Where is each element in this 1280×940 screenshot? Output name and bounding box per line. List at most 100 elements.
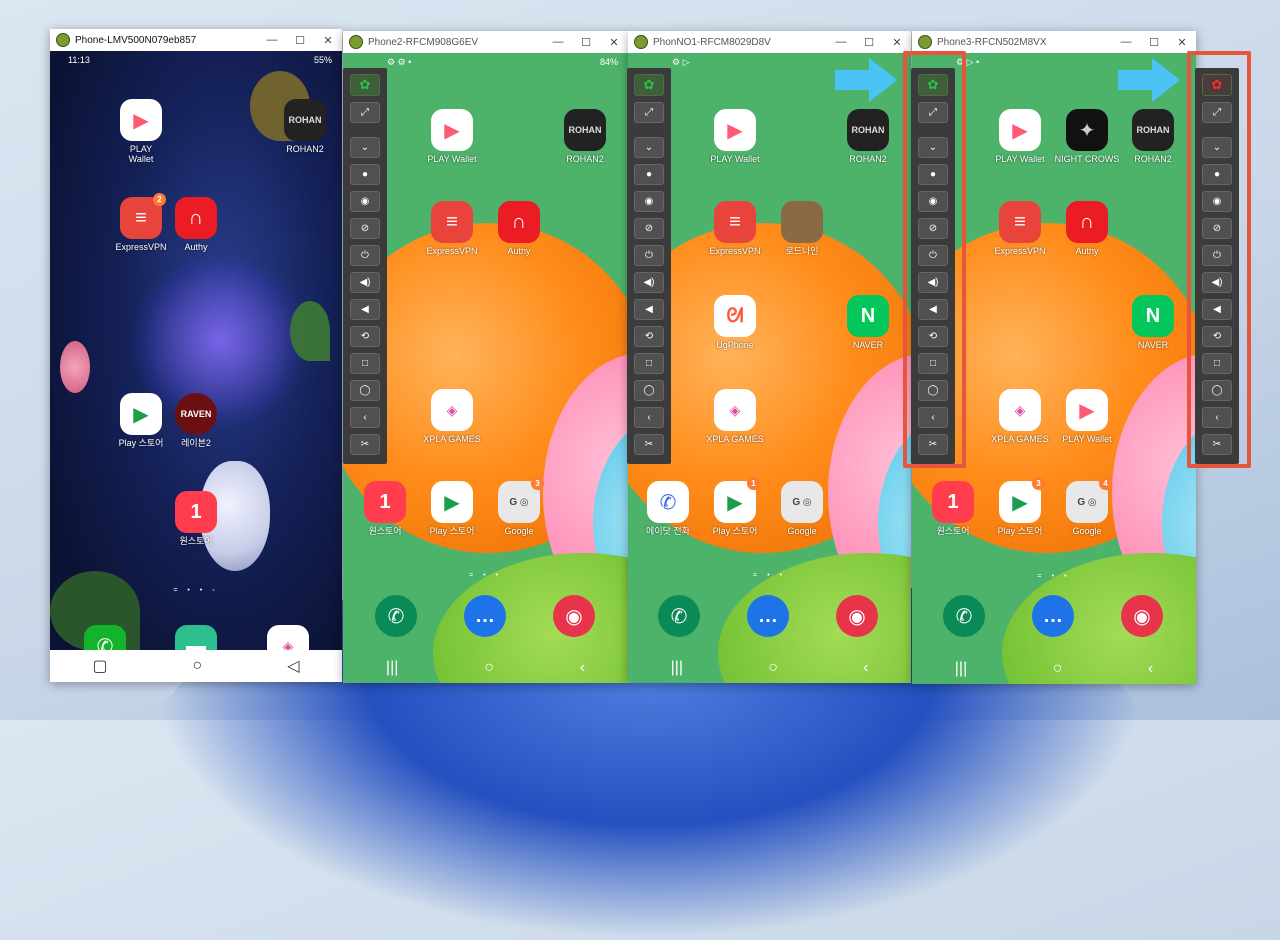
app-play-wallet[interactable]: ▶ PLAY Wallet [106, 99, 176, 165]
dock-camera[interactable]: ◉ [822, 595, 892, 637]
record-icon[interactable]: ● [350, 164, 380, 185]
recents-nav-icon[interactable]: ||| [955, 660, 967, 678]
app-xpla-games[interactable]: ◈ XPLA GAMES [417, 389, 487, 444]
close-button[interactable]: ✕ [600, 36, 628, 49]
back-nav-icon[interactable]: ◁ [287, 656, 299, 676]
home-nav-icon[interactable]: ○ [484, 659, 494, 677]
bug-icon[interactable]: ✿ [634, 74, 664, 96]
recents-icon[interactable]: ◯ [634, 380, 664, 401]
app-play-wallet[interactable]: ▶ PLAY Wallet [985, 109, 1055, 164]
app-play-store[interactable]: ▶ Play 스토어 [417, 481, 487, 536]
dock-messages[interactable]: … [1018, 595, 1088, 637]
app-rohan2[interactable]: ROHAN ROHAN2 [550, 109, 620, 164]
app-night-crows[interactable]: ✦ NIGHT CROWS [1052, 109, 1122, 164]
minimize-button[interactable]: — [1112, 36, 1140, 48]
app-onestore[interactable]: 1 원스토어 [350, 481, 420, 536]
dock-phone[interactable]: ✆ [361, 595, 431, 637]
fullscreen-icon[interactable]: ⤢ [634, 102, 664, 123]
app-lordnine[interactable]: 로드나인 [767, 201, 837, 256]
close-button[interactable]: ✕ [883, 36, 911, 49]
app-expressvpn[interactable]: ≡ ExpressVPN [700, 201, 770, 256]
app-authy[interactable]: ∩ Authy [161, 197, 231, 252]
eye-icon[interactable]: ◉ [634, 191, 664, 212]
app-onestore[interactable]: 1 원스토어 [161, 491, 231, 546]
app-authy[interactable]: ∩ Authy [484, 201, 554, 256]
app-play-wallet[interactable]: ▶ PLAY Wallet [700, 109, 770, 164]
app-xpla-games[interactable]: ◈ XPLA GAMES [700, 389, 770, 444]
app-rohan2[interactable]: ROHAN ROHAN2 [270, 99, 340, 154]
scissors-icon[interactable]: ✂ [634, 434, 664, 455]
home-nav-icon[interactable]: ○ [193, 657, 203, 675]
maximize-button[interactable]: ☐ [855, 36, 883, 49]
eye-off-icon[interactable]: ⊘ [350, 218, 380, 239]
back-nav-icon[interactable]: ‹ [580, 659, 585, 677]
volume-down-icon[interactable]: ◀ [350, 299, 380, 320]
dock-phone[interactable]: ✆ [929, 595, 999, 637]
minimize-button[interactable]: — [827, 36, 855, 48]
maximize-button[interactable]: ☐ [286, 34, 314, 47]
dock-messages[interactable]: … [450, 595, 520, 637]
close-button[interactable]: ✕ [314, 34, 342, 47]
app-google-folder[interactable]: G ◎ Google [767, 481, 837, 536]
app-naver[interactable]: N NAVER [1118, 295, 1188, 350]
back-icon[interactable]: ‹ [634, 407, 664, 428]
window-titlebar[interactable]: PhonNO1-RFCM8029D8V — ☐ ✕ [628, 31, 911, 53]
volume-up-icon[interactable]: ◀) [350, 272, 380, 293]
scissors-icon[interactable]: ✂ [350, 434, 380, 455]
app-expressvpn[interactable]: ≡ ExpressVPN [417, 201, 487, 256]
phone-screen[interactable]: 11:13 55% ▶ PLAY Wallet ROHAN ROHAN2 ≡ 2 … [50, 51, 342, 682]
dock-camera[interactable]: ◉ [539, 595, 609, 637]
maximize-button[interactable]: ☐ [1140, 36, 1168, 49]
phone-window-1[interactable]: Phone-LMV500N079eb857 — ☐ ✕ 11:13 55% ▶ … [50, 29, 342, 682]
app-rohan2[interactable]: ROHAN ROHAN2 [1118, 109, 1188, 164]
dock-phone[interactable]: ✆ [644, 595, 714, 637]
home-icon[interactable]: □ [634, 353, 664, 374]
bug-icon[interactable]: ✿ [350, 74, 380, 96]
app-google-folder[interactable]: G ◎ 3 Google [484, 477, 554, 536]
recents-nav-icon[interactable]: ||| [671, 659, 683, 677]
app-samsung-phone[interactable]: ✆ 에이닷 전화 [633, 481, 703, 536]
home-icon[interactable]: □ [350, 353, 380, 374]
volume-down-icon[interactable]: ◀ [634, 299, 664, 320]
recents-nav-icon[interactable]: ||| [386, 659, 398, 677]
close-button[interactable]: ✕ [1168, 36, 1196, 49]
maximize-button[interactable]: ☐ [572, 36, 600, 49]
collapse-icon[interactable]: ⌄ [350, 137, 380, 158]
app-ugphone[interactable]: ᘛ UgPhone [700, 295, 770, 350]
app-xpla-games[interactable]: ◈ XPLA GAMES [985, 389, 1055, 444]
dock-camera[interactable]: ◉ [1107, 595, 1177, 637]
app-google-folder[interactable]: G ◎ 4 Google [1052, 477, 1122, 536]
window-titlebar[interactable]: Phone-LMV500N079eb857 — ☐ ✕ [50, 29, 342, 51]
recents-icon[interactable]: ◯ [350, 380, 380, 401]
power-icon[interactable]: ⏻ [350, 245, 380, 266]
window-titlebar[interactable]: Phone3-RFCN502M8VX — ☐ ✕ [912, 31, 1196, 53]
minimize-button[interactable]: — [258, 34, 286, 46]
collapse-icon[interactable]: ⌄ [634, 137, 664, 158]
back-nav-icon[interactable]: ‹ [863, 659, 868, 677]
rotate-icon[interactable]: ⟲ [634, 326, 664, 347]
app-naver[interactable]: N NAVER [833, 295, 903, 350]
power-icon[interactable]: ⏻ [634, 245, 664, 266]
app-rohan2[interactable]: ROHAN ROHAN2 [833, 109, 903, 164]
app-play-store[interactable]: ▶ 3 Play 스토어 [985, 477, 1055, 536]
back-icon[interactable]: ‹ [350, 407, 380, 428]
home-nav-icon[interactable]: ○ [1053, 660, 1063, 678]
app-play-store[interactable]: ▶ 1 Play 스토어 [700, 477, 770, 536]
rotate-icon[interactable]: ⟲ [350, 326, 380, 347]
app-raven2[interactable]: RAVEN 레이븐2 [161, 393, 231, 448]
window-titlebar[interactable]: Phone2-RFCM908G6EV — ☐ ✕ [343, 31, 628, 53]
dock-messages[interactable]: … [733, 595, 803, 637]
home-nav-icon[interactable]: ○ [768, 659, 778, 677]
eye-off-icon[interactable]: ⊘ [634, 218, 664, 239]
app-play-wallet[interactable]: ▶ PLAY Wallet [417, 109, 487, 164]
eye-icon[interactable]: ◉ [350, 191, 380, 212]
back-nav-icon[interactable]: ‹ [1148, 660, 1153, 678]
fullscreen-icon[interactable]: ⤢ [350, 102, 380, 123]
app-expressvpn[interactable]: ≡ ExpressVPN [985, 201, 1055, 256]
app-authy[interactable]: ∩ Authy [1052, 201, 1122, 256]
recents-nav-icon[interactable]: ▢ [92, 656, 107, 676]
record-icon[interactable]: ● [634, 164, 664, 185]
volume-up-icon[interactable]: ◀) [634, 272, 664, 293]
app-play-wallet-2[interactable]: ▶ PLAY Wallet [1052, 389, 1122, 444]
app-onestore[interactable]: 1 원스토어 [918, 481, 988, 536]
